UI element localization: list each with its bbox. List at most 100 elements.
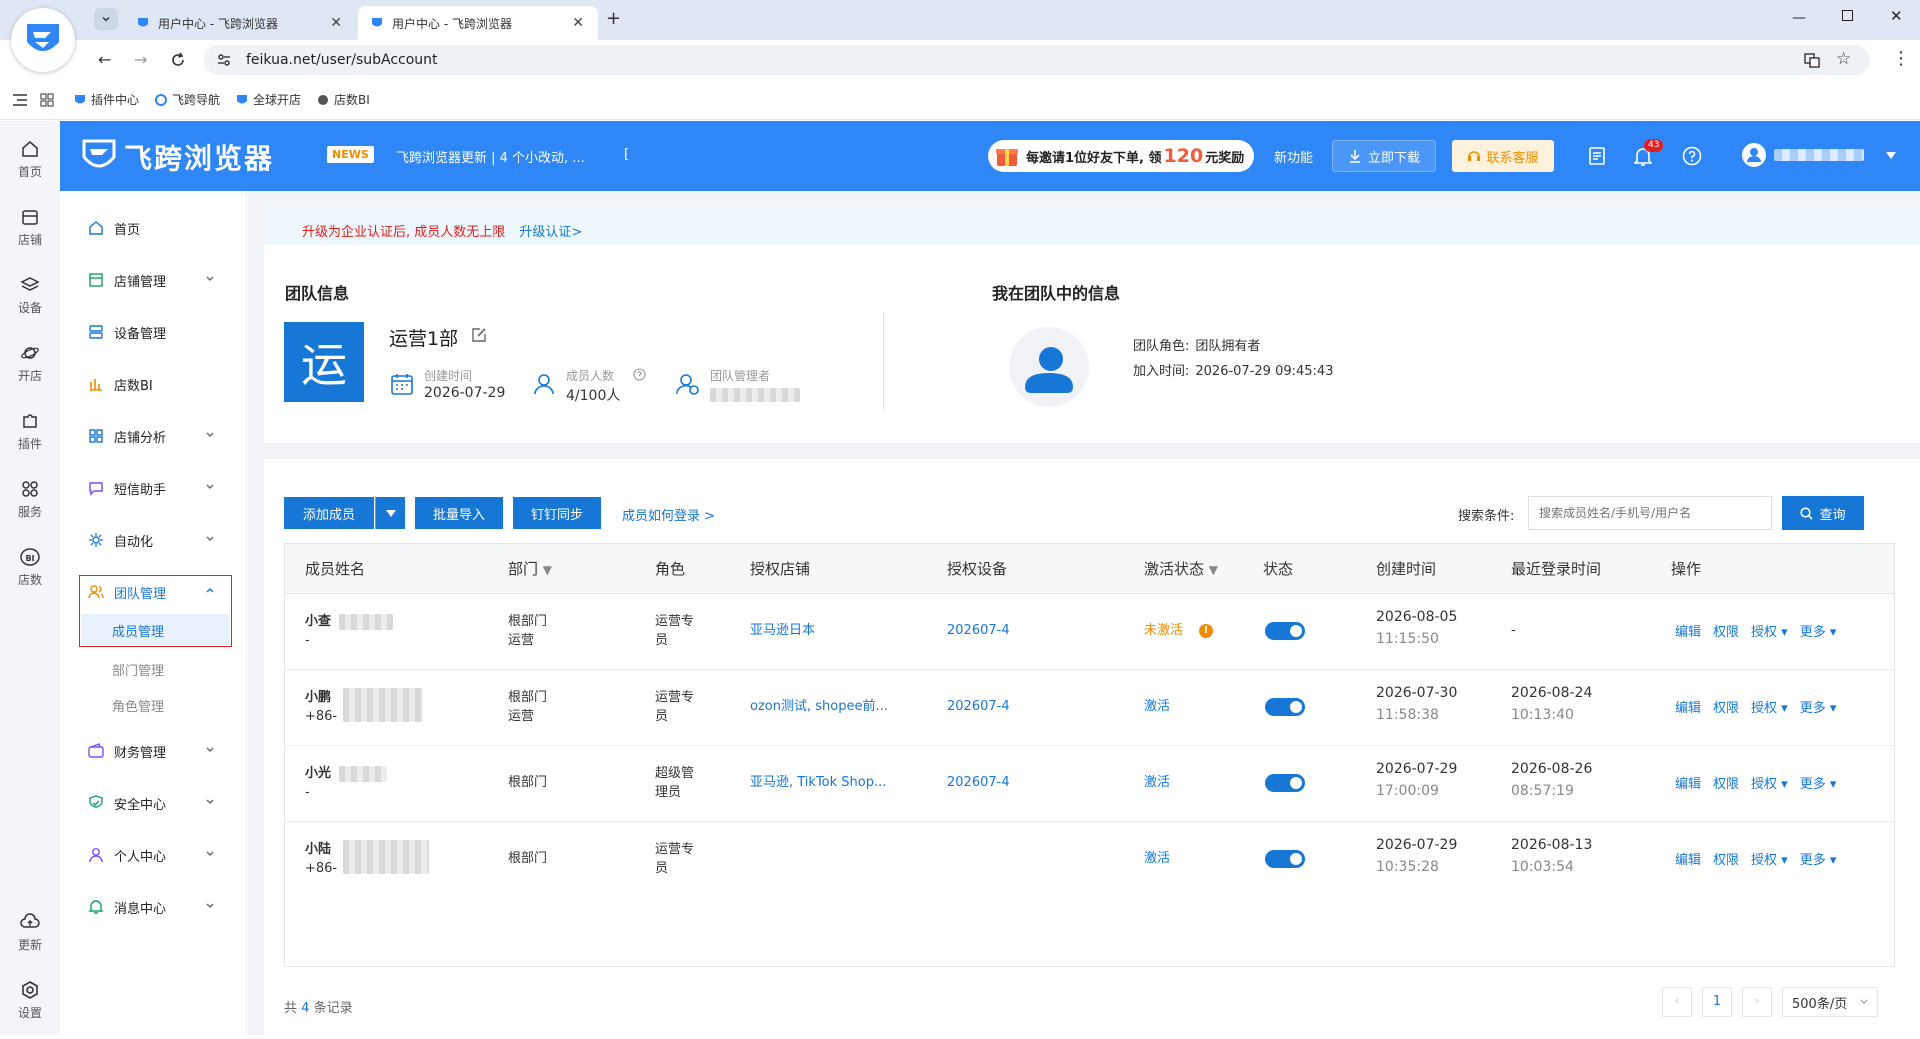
page-size-select[interactable]: 500条/页 (1782, 987, 1878, 1017)
rail-item-services[interactable]: 服务 (0, 479, 60, 520)
nav-item-security-center[interactable]: 安全中心 (60, 783, 247, 823)
reload-icon[interactable] (170, 52, 186, 68)
rail-item-home[interactable]: 首页 (0, 139, 60, 180)
sidebar-toggle-icon[interactable] (12, 93, 28, 107)
restore-button[interactable] (1842, 10, 1853, 21)
authorize-dropdown[interactable]: 授权 ▾ (1751, 773, 1788, 792)
authorized-stores-link[interactable]: 亚马逊, TikTok Shop... (750, 773, 886, 792)
contact-support-button[interactable]: 联系客服 (1452, 140, 1554, 172)
document-icon[interactable] (1588, 147, 1606, 165)
add-member-dropdown[interactable] (375, 497, 405, 529)
warning-icon[interactable]: ! (1199, 624, 1213, 638)
news-link[interactable]: 飞跨浏览器更新 | 4 个小改动, ... (396, 147, 585, 166)
permission-link[interactable]: 权限 (1713, 621, 1739, 640)
sub-nav-member-management[interactable]: 成员管理 (81, 614, 230, 645)
more-dropdown[interactable]: 更多 ▾ (1800, 621, 1837, 640)
rail-item-update[interactable]: 更新 (0, 912, 60, 953)
nav-item-personal-center[interactable]: 个人中心 (60, 835, 247, 875)
rail-item-open-store[interactable]: 开店 (0, 343, 60, 384)
status-toggle[interactable] (1265, 850, 1305, 868)
nav-item-store-bi[interactable]: 店数BI (60, 364, 247, 404)
filter-icon[interactable]: ▼ (543, 563, 552, 577)
app-logo[interactable]: 飞跨浏览器 (82, 137, 274, 177)
browser-logo[interactable] (11, 8, 75, 72)
translate-icon[interactable] (1804, 52, 1820, 68)
caret-down-icon[interactable] (1886, 152, 1896, 159)
sub-nav-role-management[interactable]: 角色管理 (112, 696, 164, 715)
status-toggle[interactable] (1265, 774, 1305, 792)
apps-grid-icon[interactable] (40, 93, 54, 107)
more-dropdown[interactable]: 更多 ▾ (1800, 773, 1837, 792)
download-button[interactable]: 立即下载 (1332, 140, 1436, 172)
nav-item-message-center[interactable]: 消息中心 (60, 887, 247, 927)
browser-menu-button[interactable]: ⋮ (1892, 48, 1910, 69)
prev-page-button[interactable]: ‹ (1662, 987, 1692, 1017)
bookmark-store-bi[interactable]: 店数BI (317, 91, 370, 108)
edit-link[interactable]: 编辑 (1675, 773, 1701, 792)
bookmark-star-icon[interactable]: ☆ (1836, 49, 1851, 69)
edit-link[interactable]: 编辑 (1675, 849, 1701, 868)
search-input[interactable] (1528, 496, 1772, 530)
new-tab-button[interactable]: + (606, 8, 621, 29)
next-page-button[interactable]: › (1742, 987, 1772, 1017)
authorize-dropdown[interactable]: 授权 ▾ (1751, 697, 1788, 716)
column-header-activation[interactable]: 激活状态 ▼ (1144, 544, 1218, 594)
close-icon[interactable]: ✕ (330, 15, 342, 31)
close-icon[interactable]: ✕ (572, 15, 584, 31)
batch-import-button[interactable]: 批量导入 (415, 497, 503, 529)
authorized-device-link[interactable]: 202607-4 (947, 697, 1010, 716)
nav-item-store-management[interactable]: 店铺管理 (60, 260, 247, 300)
help-icon[interactable] (1682, 146, 1702, 166)
add-member-button[interactable]: 添加成员 (284, 497, 374, 529)
tab-user-center-1[interactable]: 用户中心 - 飞跨浏览器 ✕ (124, 6, 356, 40)
close-window-button[interactable]: ✕ (1890, 7, 1903, 25)
status-toggle[interactable] (1265, 622, 1305, 640)
edit-icon[interactable] (471, 327, 487, 343)
sub-nav-department-management[interactable]: 部门管理 (112, 660, 164, 679)
address-bar[interactable]: feikua.net/user/subAccount ☆ (204, 45, 1870, 75)
nav-item-team-management[interactable]: 团队管理 (60, 572, 247, 612)
back-button[interactable]: ← (98, 50, 111, 69)
authorized-device-link[interactable]: 202607-4 (947, 773, 1010, 792)
nav-item-finance[interactable]: 财务管理 (60, 731, 247, 771)
rail-item-store[interactable]: 店铺 (0, 207, 60, 248)
nav-item-store-analysis[interactable]: 店铺分析 (60, 416, 247, 456)
bookmark-global-store[interactable]: 全球开店 (236, 91, 301, 108)
nav-item-home[interactable]: 首页 (60, 208, 247, 248)
tab-user-center-2[interactable]: 用户中心 - 飞跨浏览器 ✕ (358, 6, 598, 40)
minimize-button[interactable]: — (1792, 10, 1806, 26)
authorized-stores-link[interactable]: ozon测试, shopee前... (750, 697, 888, 716)
tab-search-button[interactable] (94, 8, 118, 30)
site-info-icon[interactable] (216, 52, 232, 68)
forward-button[interactable]: → (134, 50, 147, 69)
edit-link[interactable]: 编辑 (1675, 697, 1701, 716)
status-toggle[interactable] (1265, 698, 1305, 716)
bookmark-feikua-nav[interactable]: 飞跨导航 (155, 91, 220, 108)
nav-item-device-management[interactable]: 设备管理 (60, 312, 247, 352)
authorize-dropdown[interactable]: 授权 ▾ (1751, 849, 1788, 868)
permission-link[interactable]: 权限 (1713, 849, 1739, 868)
rail-item-settings[interactable]: 设置 (0, 980, 60, 1021)
edit-link[interactable]: 编辑 (1675, 621, 1701, 640)
authorized-device-link[interactable]: 202607-4 (947, 621, 1010, 640)
how-to-login-link[interactable]: 成员如何登录 > (622, 505, 715, 524)
invite-reward-banner[interactable]: 每邀请1位好友下单, 领 120 元奖励 (988, 140, 1254, 172)
authorized-stores-link[interactable]: 亚马逊日本 (750, 621, 815, 640)
query-button[interactable]: 查询 (1782, 496, 1864, 530)
nav-item-automation[interactable]: 自动化 (60, 520, 247, 560)
permission-link[interactable]: 权限 (1713, 697, 1739, 716)
page-number-button[interactable]: 1 (1702, 987, 1732, 1017)
new-features-link[interactable]: 新功能 (1274, 147, 1313, 166)
column-header-dept[interactable]: 部门 ▼ (508, 544, 552, 594)
help-circle-icon[interactable] (633, 368, 646, 381)
filter-icon[interactable]: ▼ (1209, 563, 1218, 577)
rail-item-plugins[interactable]: 插件 (0, 411, 60, 452)
news-more-icon[interactable]: [ (624, 147, 629, 162)
authorize-dropdown[interactable]: 授权 ▾ (1751, 621, 1788, 640)
dingtalk-sync-button[interactable]: 钉钉同步 (513, 497, 601, 529)
more-dropdown[interactable]: 更多 ▾ (1800, 849, 1837, 868)
permission-link[interactable]: 权限 (1713, 773, 1739, 792)
upgrade-link[interactable]: 升级认证> (519, 225, 582, 240)
bookmark-plugin-center[interactable]: 插件中心 (74, 91, 139, 108)
rail-item-bi[interactable]: BI 店数 (0, 547, 60, 588)
